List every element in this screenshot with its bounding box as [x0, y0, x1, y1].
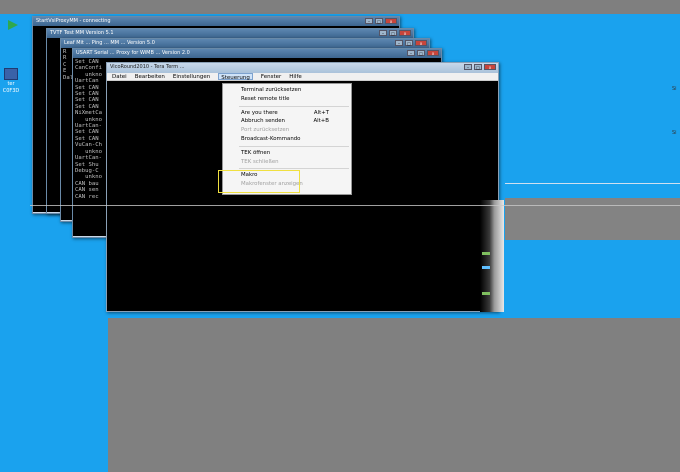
render-artifact-line — [505, 183, 680, 184]
window-title: StartVsiProxyMM - connecting — [33, 17, 399, 26]
close-button[interactable]: x — [415, 40, 427, 46]
menu-item[interactable]: Broadcast-Kommando — [223, 135, 351, 144]
menu-item-label: Abbruch senden — [241, 118, 285, 125]
minimize-button[interactable]: – — [365, 18, 373, 24]
menu-fenster[interactable]: Fenster — [261, 73, 281, 80]
menu-item-label: Broadcast-Kommando — [241, 135, 301, 142]
menu-item-label: TEK schließen — [241, 158, 279, 165]
desktop-icon-computer[interactable]: ter C0F3D — [0, 68, 22, 94]
menu-bar: Datei Bearbeiten Einstellungen Steuerung… — [107, 73, 498, 81]
menu-item-label: Terminal zurücksetzen — [241, 87, 302, 93]
maximize-button[interactable]: □ — [375, 18, 383, 24]
minimize-button[interactable]: – — [379, 30, 387, 36]
close-button[interactable]: x — [399, 30, 411, 36]
arrow-icon — [6, 18, 20, 30]
render-artifact — [482, 292, 490, 295]
maximize-button[interactable]: □ — [405, 40, 413, 46]
menu-item[interactable]: Terminal zurücksetzen — [223, 86, 351, 95]
window-title: TVTF Test MM Version 5.1 — [47, 29, 413, 38]
maximize-button[interactable]: □ — [474, 64, 482, 70]
desktop-icon-label: C0F3D — [2, 88, 20, 94]
edge-text: Si — [672, 130, 677, 136]
computer-icon — [4, 68, 18, 80]
menu-item-shortcut: Alt+B — [313, 118, 329, 125]
window-title: USART Serial ... Proxy for WiMB ... Vers… — [73, 49, 441, 58]
menu-item-shortcut: Alt+T — [313, 109, 329, 116]
menu-item-label: Reset remote title — [241, 95, 290, 102]
menu-separator — [239, 145, 349, 147]
menu-hilfe[interactable]: Hilfe — [289, 73, 302, 80]
maximize-button[interactable]: □ — [389, 30, 397, 36]
minimize-button[interactable]: – — [395, 40, 403, 46]
menu-item-label: Are you there — [241, 109, 278, 116]
menu-item-label: TEK öffnen — [241, 149, 271, 156]
render-artifact — [482, 266, 490, 269]
minimize-button[interactable]: – — [464, 64, 472, 70]
render-artifact-line — [30, 205, 680, 206]
menu-steuerung[interactable]: Steuerung — [218, 73, 253, 81]
window-title: VicoRound2010 - Tera Term ... — [107, 63, 498, 73]
menu-item-label: Port zurücksetzen — [241, 127, 290, 134]
close-button[interactable]: x — [427, 50, 439, 56]
menu-item: TEK schließen — [223, 158, 351, 167]
render-artifact — [482, 252, 490, 255]
close-button[interactable]: x — [484, 64, 496, 70]
desktop-icon-label: ter — [7, 81, 15, 87]
menu-separator — [239, 105, 349, 107]
highlight-box — [218, 170, 300, 193]
top-band — [0, 0, 680, 14]
desktop-left-strip — [0, 318, 108, 472]
maximize-button[interactable]: □ — [417, 50, 425, 56]
menu-item[interactable]: Are you there Alt+T — [223, 109, 351, 118]
menu-bearbeiten[interactable]: Bearbeiten — [135, 73, 165, 80]
edge-text: Si — [672, 86, 677, 92]
scrollbar-artifact — [480, 200, 504, 312]
menu-item[interactable]: Abbruch senden Alt+B — [223, 117, 351, 126]
menu-item: Port zurücksetzen — [223, 126, 351, 135]
minimize-button[interactable]: – — [407, 50, 415, 56]
menu-item[interactable]: TEK öffnen — [223, 149, 351, 158]
menu-datei[interactable]: Datei — [112, 73, 127, 80]
menu-item[interactable]: Reset remote title — [223, 95, 351, 104]
window-title: Leaf Mit ... Ping ... MM ... Version 5.0 — [61, 39, 429, 48]
close-button[interactable]: x — [385, 18, 397, 24]
menu-einstellungen[interactable]: Einstellungen — [173, 73, 210, 80]
gray-area — [108, 318, 680, 472]
desktop-icon[interactable] — [2, 18, 24, 30]
